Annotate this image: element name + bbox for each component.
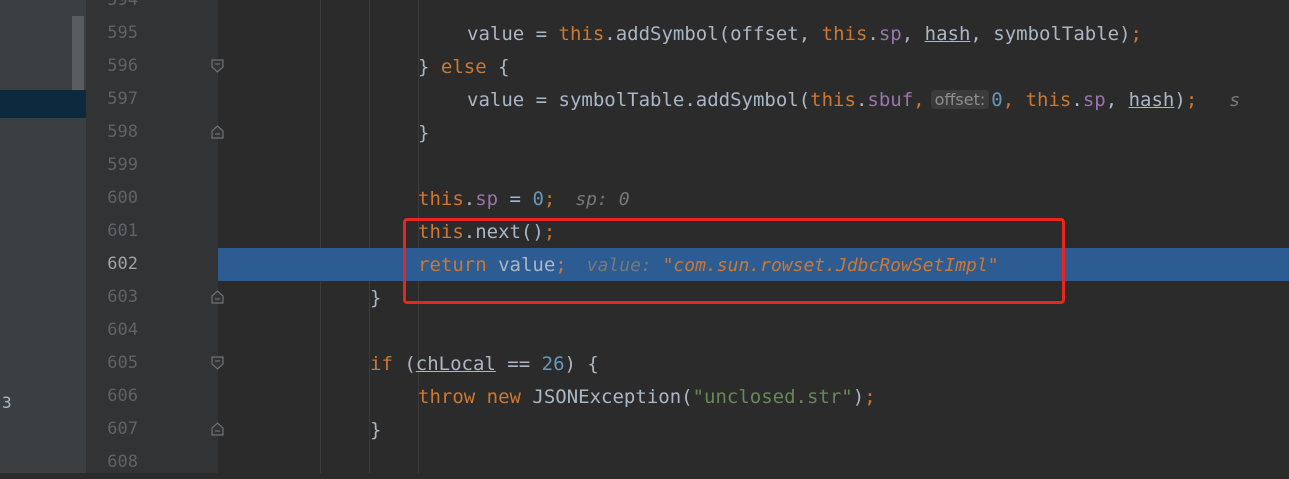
- code-text: } else {: [418, 56, 510, 78]
- code-line-597[interactable]: 597 value = symbolTable.addSymbol(this.s…: [0, 83, 1289, 116]
- code-text: throw new JSONException("unclosed.str");: [418, 386, 876, 408]
- line-number: 594: [107, 0, 138, 10]
- code-line-596[interactable]: 596 } else {: [0, 50, 1289, 83]
- line-number: 607: [107, 419, 138, 439]
- fold-end-icon[interactable]: [211, 356, 224, 370]
- code-line-595[interactable]: 595 value = this.addSymbol(offset, this.…: [0, 17, 1289, 50]
- code-line-608[interactable]: 608: [0, 446, 1289, 479]
- code-text: }: [370, 419, 382, 441]
- code-line-604[interactable]: 604: [0, 314, 1289, 347]
- code-text: value = this.addSymbol(offset, this.sp, …: [467, 23, 1142, 45]
- code-line-606[interactable]: 606 throw new JSONException("unclosed.st…: [0, 380, 1289, 413]
- code-text: }: [418, 122, 430, 144]
- fold-start-icon[interactable]: [211, 125, 224, 139]
- line-number: 595: [107, 23, 138, 43]
- line-number: 599: [107, 155, 138, 175]
- code-line-599[interactable]: 599: [0, 149, 1289, 182]
- annotation-highlight-box: [403, 218, 1065, 304]
- code-text: value = symbolTable.addSymbol(this.sbuf,…: [467, 89, 1241, 111]
- code-line-605[interactable]: 605 if (chLocal == 26) {: [0, 347, 1289, 380]
- parameter-hint: offset:: [930, 90, 990, 109]
- code-text: if (chLocal == 26) {: [370, 353, 599, 375]
- line-number: 598: [107, 122, 138, 142]
- code-text: this.sp = 0; sp: 0: [418, 188, 630, 210]
- code-line-594[interactable]: 594: [0, 0, 1289, 17]
- line-number: 603: [107, 287, 138, 307]
- line-number: 602: [107, 254, 138, 274]
- line-number: 596: [107, 56, 138, 76]
- fold-start-icon[interactable]: [211, 422, 224, 436]
- fold-end-icon[interactable]: [211, 59, 224, 73]
- line-number: 608: [107, 452, 138, 472]
- code-line-598[interactable]: 598 }: [0, 116, 1289, 149]
- code-text: }: [370, 287, 382, 309]
- line-number: 597: [107, 89, 138, 109]
- code-line-607[interactable]: 607 }: [0, 413, 1289, 446]
- line-number: 606: [107, 386, 138, 406]
- line-number: 601: [107, 221, 138, 241]
- line-number: 600: [107, 188, 138, 208]
- line-number: 604: [107, 320, 138, 340]
- code-line-600[interactable]: 600 this.sp = 0; sp: 0: [0, 182, 1289, 215]
- inline-debug-value: sp: 0: [575, 189, 630, 210]
- line-number: 605: [107, 353, 138, 373]
- fold-start-icon[interactable]: [211, 290, 224, 304]
